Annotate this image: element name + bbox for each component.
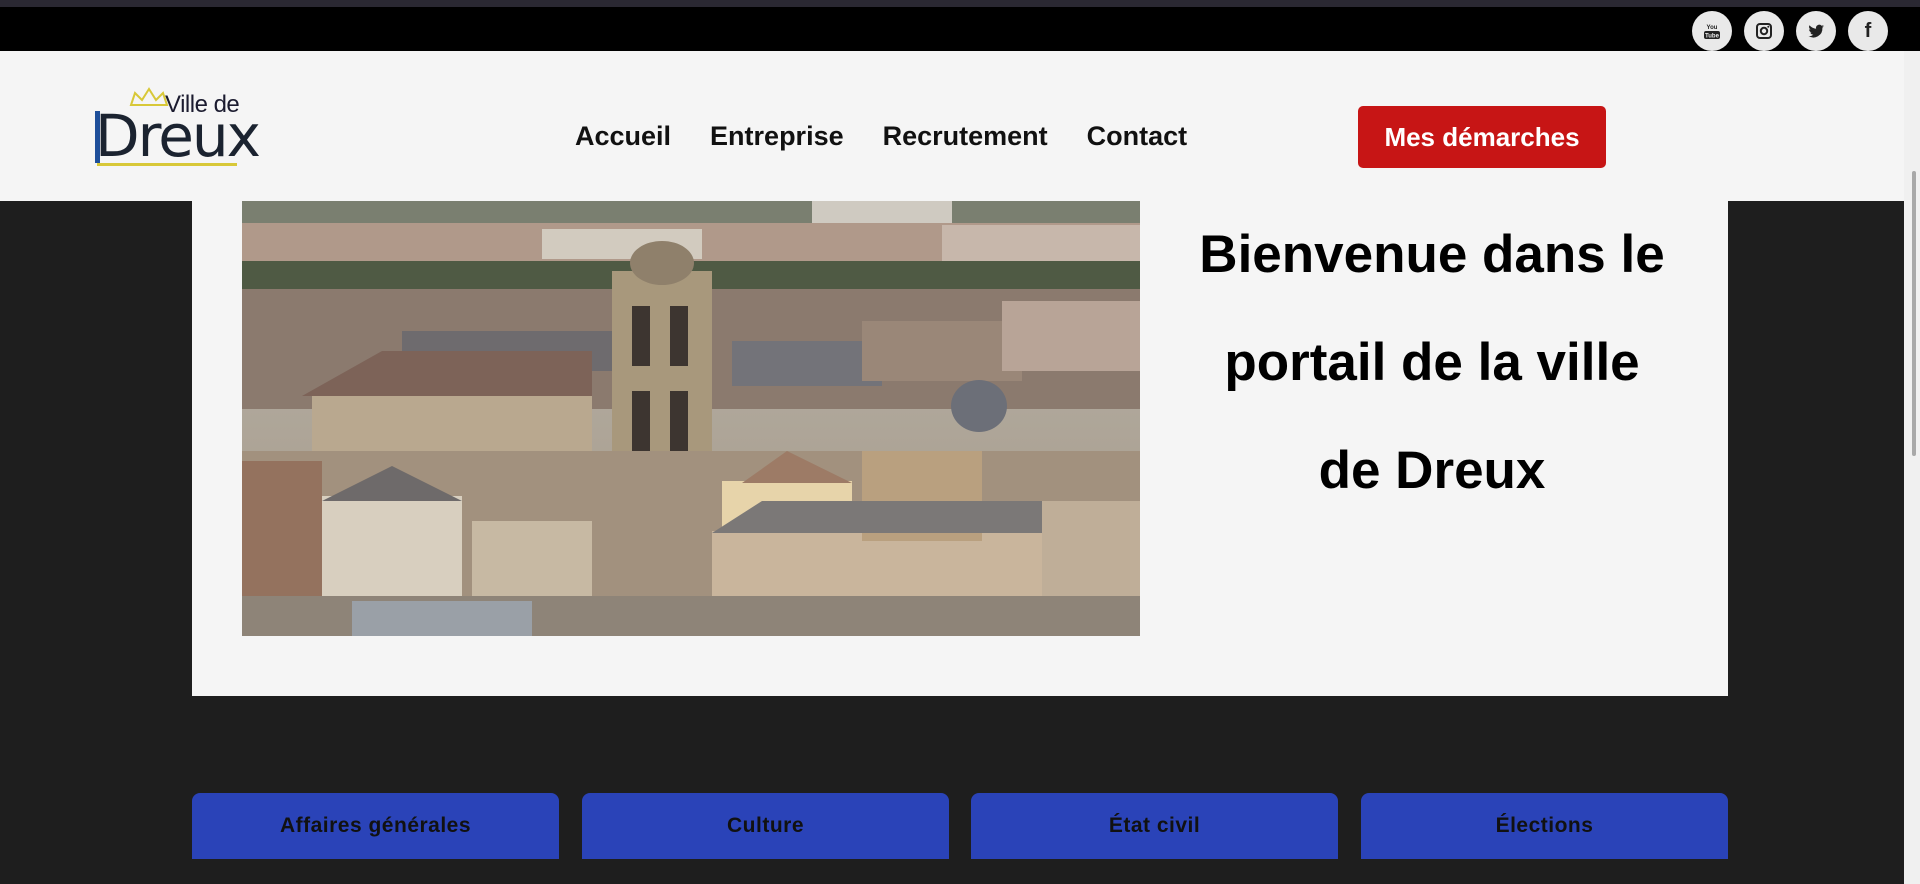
facebook-glyph: f: [1864, 19, 1872, 42]
card-etat-civil[interactable]: État civil: [971, 793, 1338, 859]
category-cards: Affaires générales Culture État civil Él…: [192, 793, 1728, 863]
scrollbar-thumb[interactable]: [1912, 171, 1916, 456]
site-header: Ville de Dreux Accueil Entreprise Recrut…: [0, 51, 1920, 201]
card-affaires-generales[interactable]: Affaires générales: [192, 793, 559, 859]
main-nav: Accueil Entreprise Recrutement Contact: [575, 121, 1226, 152]
instagram-icon[interactable]: [1744, 11, 1784, 51]
nav-item-contact[interactable]: Contact: [1087, 121, 1188, 152]
facebook-icon[interactable]: f: [1848, 11, 1888, 51]
mes-demarches-button[interactable]: Mes démarches: [1358, 106, 1606, 168]
social-bar: You Tube f: [0, 7, 1920, 51]
logo-underline: [97, 163, 237, 166]
site-logo[interactable]: Ville de Dreux: [95, 85, 261, 175]
youtube-glyph: You Tube: [1704, 25, 1720, 40]
card-culture[interactable]: Culture: [582, 793, 949, 859]
nav-item-entreprise[interactable]: Entreprise: [710, 121, 844, 152]
youtube-icon[interactable]: You Tube: [1692, 11, 1732, 51]
card-elections[interactable]: Élections: [1361, 793, 1728, 859]
page-scrollbar[interactable]: [1904, 51, 1920, 884]
svg-text:You: You: [1707, 25, 1718, 31]
nav-item-accueil[interactable]: Accueil: [575, 121, 671, 152]
hero-title: Bienvenue dans le portail de la ville de…: [1199, 225, 1665, 500]
svg-text:Tube: Tube: [1705, 34, 1720, 40]
browser-top-strip: [0, 0, 1920, 7]
twitter-glyph: [1808, 24, 1824, 38]
city-illustration: [242, 201, 1140, 636]
twitter-icon[interactable]: [1796, 11, 1836, 51]
dreux-city-photo: [242, 201, 1140, 636]
hero-section: Bienvenue dans le portail de la ville de…: [192, 201, 1728, 696]
nav-item-recrutement[interactable]: Recrutement: [883, 121, 1048, 152]
instagram-glyph: [1756, 23, 1772, 39]
logo-line2: Dreux: [95, 102, 261, 170]
